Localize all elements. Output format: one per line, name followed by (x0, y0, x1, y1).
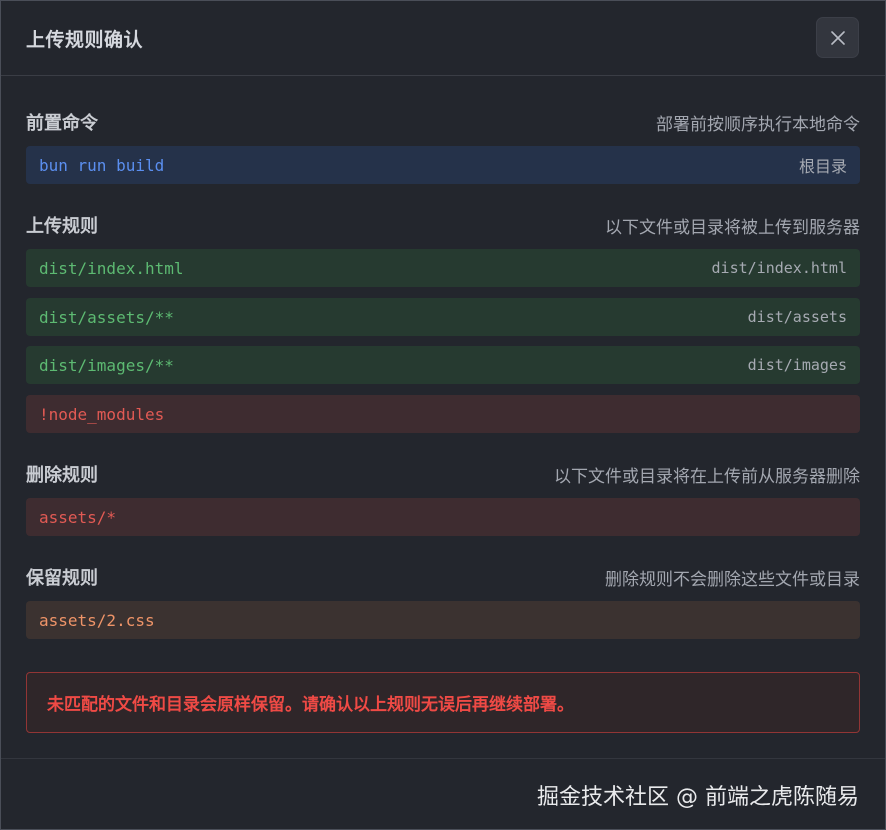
upload-rules-dialog: 上传规则确认 前置命令 部署前按顺序执行本地命令 bun run build 根… (0, 0, 886, 830)
keep-rules-section-header: 保留规则 删除规则不会删除这些文件或目录 (26, 564, 860, 590)
upload-rule-destination: dist/images (747, 356, 847, 374)
pre-command-row: bun run build 根目录 (26, 146, 860, 184)
upload-rule-row: dist/images/** dist/images (26, 346, 860, 384)
delete-rules-desc: 以下文件或目录将在上传前从服务器删除 (554, 466, 860, 487)
keep-rule-pattern: assets/2.css (39, 610, 155, 630)
pre-command-title: 前置命令 (26, 113, 98, 134)
upload-rule-source: dist/assets/** (39, 307, 174, 327)
upload-rules-title: 上传规则 (26, 216, 98, 237)
close-icon (830, 30, 845, 45)
upload-rule-row: dist/index.html dist/index.html (26, 249, 860, 287)
command-cwd: 根目录 (798, 157, 847, 176)
upload-exclude-row: !node_modules (26, 395, 860, 433)
keep-rule-row: assets/2.css (26, 601, 860, 639)
upload-rule-destination: dist/index.html (711, 259, 847, 277)
upload-rules-desc: 以下文件或目录将被上传到服务器 (605, 217, 860, 238)
upload-rule-source: dist/images/** (39, 355, 174, 375)
upload-rule-source: dist/index.html (39, 258, 184, 278)
pre-command-section-header: 前置命令 部署前按顺序执行本地命令 (26, 109, 860, 135)
keep-rules-title: 保留规则 (26, 568, 98, 589)
upload-rule-destination: dist/assets (747, 308, 847, 326)
pre-command-desc: 部署前按顺序执行本地命令 (656, 114, 860, 135)
delete-rule-pattern: assets/* (39, 507, 117, 527)
upload-rule-row: dist/assets/** dist/assets (26, 298, 860, 336)
warning-message: 未匹配的文件和目录会原样保留。请确认以上规则无误后再继续部署。 (26, 672, 860, 733)
upload-rules-section-header: 上传规则 以下文件或目录将被上传到服务器 (26, 212, 860, 238)
footer-divider (1, 758, 885, 759)
keep-rules-desc: 删除规则不会删除这些文件或目录 (605, 569, 860, 590)
dialog-header: 上传规则确认 (1, 1, 885, 76)
delete-rule-row: assets/* (26, 498, 860, 536)
watermark: 掘金技术社区 @ 前端之虎陈随易 (537, 785, 859, 810)
close-button[interactable] (816, 17, 859, 58)
dialog-title: 上传规则确认 (26, 29, 144, 51)
command-text: bun run build (39, 155, 165, 175)
upload-exclude-pattern: !node_modules (39, 404, 165, 424)
delete-rules-section-header: 删除规则 以下文件或目录将在上传前从服务器删除 (26, 461, 860, 487)
delete-rules-title: 删除规则 (26, 465, 98, 486)
